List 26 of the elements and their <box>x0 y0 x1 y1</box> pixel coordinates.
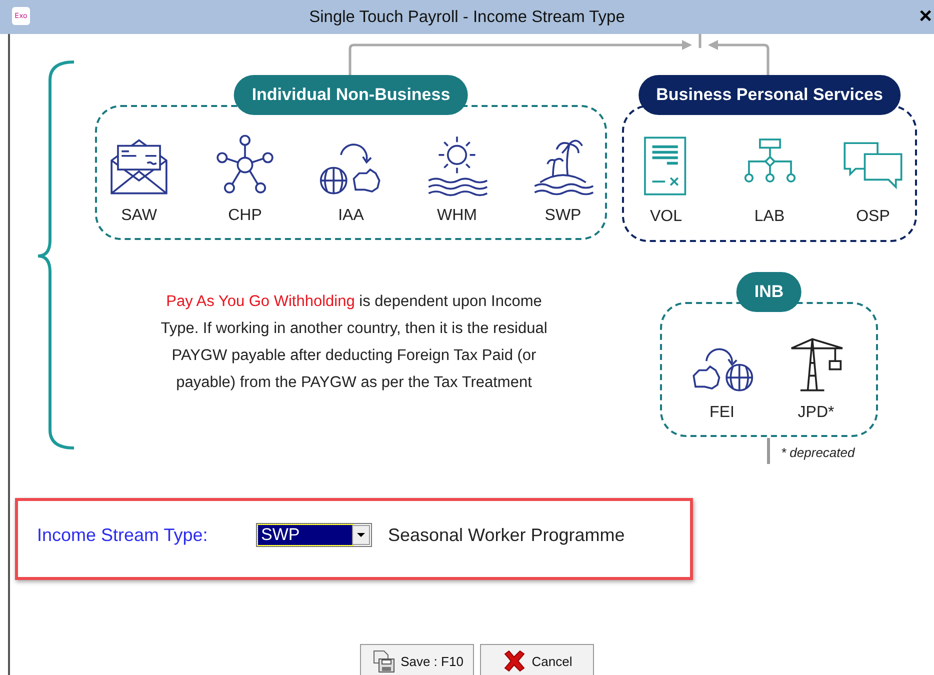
group-title: Individual Non-Business <box>234 75 468 115</box>
type-label: LAB <box>754 208 785 226</box>
connector-arrow <box>708 40 770 76</box>
type-label: WHM <box>437 206 477 224</box>
type-label: JPD* <box>798 404 834 422</box>
type-label: SWP <box>544 206 582 224</box>
type-label: VOL <box>650 208 682 226</box>
cancel-button[interactable]: Cancel <box>480 644 594 675</box>
explanation-text: Pay As You Go Withholding is dependent upon Income Type. If working in another country, then it is the residual PAYGW payable after deducting Foreign Tax Paid (or payable) from the PAYGW as per the Tax Treatment <box>160 292 548 393</box>
cross-icon <box>502 649 526 673</box>
type-label: SAW <box>121 206 157 224</box>
type-label: OSP <box>856 208 890 226</box>
connector-line <box>698 34 702 48</box>
type-label: CHP <box>228 206 262 224</box>
type-label: IAA <box>338 206 364 224</box>
type-description: Seasonal Worker Programme <box>388 524 625 546</box>
save-button[interactable]: Save : F10 <box>360 644 474 675</box>
type-label: FEI <box>710 404 734 422</box>
deprecated-note: * deprecated <box>781 445 855 460</box>
close-button[interactable]: × <box>917 6 934 26</box>
income-stream-dropdown[interactable]: SWP <box>256 523 372 547</box>
group-title: Business Personal Services <box>638 75 901 115</box>
floppy-disk-icon <box>370 649 395 673</box>
field-label: Income Stream Type: <box>37 524 209 546</box>
group-title: INB <box>736 272 802 312</box>
window-title: Single Touch Payroll - Income Stream Type <box>309 8 625 26</box>
